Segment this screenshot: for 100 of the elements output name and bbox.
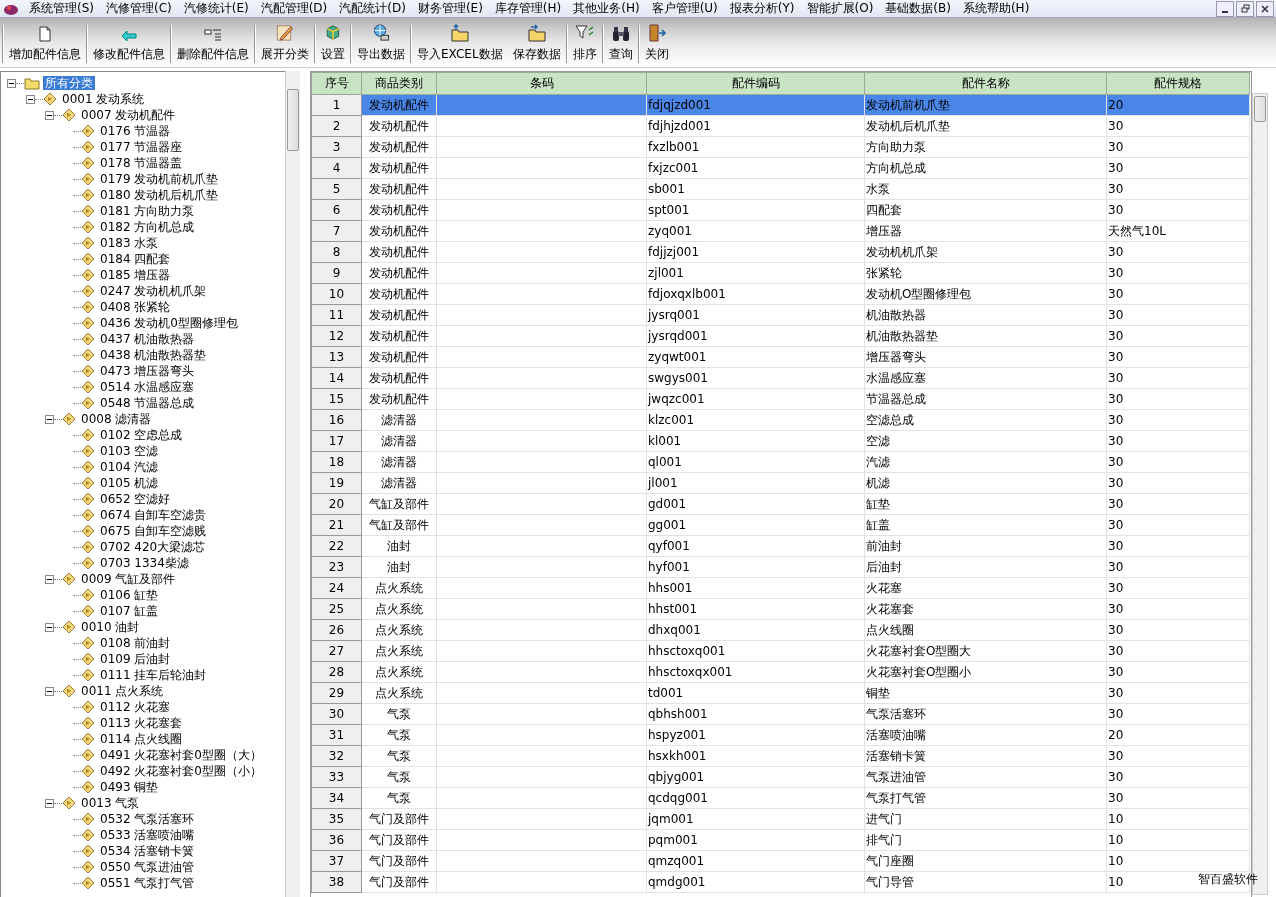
toolbar-button[interactable]: 查询 [603,21,638,67]
table-cell: fdjhjzd001 [646,115,865,137]
tree-item[interactable]: 0436 发动机0型圈修理包 [98,316,240,330]
tree-item[interactable]: 0181 方向助力泵 [98,204,197,218]
tree-item[interactable]: 0177 节温器座 [98,140,185,154]
menu-item[interactable]: 其他业务(H) [567,0,646,17]
toolbar-button[interactable]: 设置 [316,21,350,67]
tree-item[interactable]: 所有分类 [43,76,95,90]
menu-item[interactable]: 客户管理(U) [645,0,724,17]
column-header[interactable]: 序号 [311,72,362,95]
tree-item[interactable]: 0437 机油散热器 [98,332,197,346]
tree-item[interactable]: 0532 气泵活塞环 [98,812,197,826]
tree-item[interactable]: 0185 增压器 [98,268,173,282]
collapse-toggle[interactable] [45,574,54,584]
tree-item[interactable]: 0180 发动机后机爪垫 [98,188,221,202]
collapse-toggle[interactable] [26,94,35,104]
column-header[interactable]: 条码 [436,72,647,95]
tree-item[interactable]: 0491 火花塞衬套0型圈（大） [98,748,264,762]
menu-item[interactable]: 系统帮助(H) [956,0,1036,17]
menu-item[interactable]: 基础数据(B) [879,0,957,17]
menu-item[interactable]: 系统管理(S) [23,0,100,17]
diamond-icon [81,300,95,314]
collapse-toggle[interactable] [45,414,54,424]
column-header[interactable]: 商品类别 [361,72,437,95]
toolbar-button[interactable]: 修改配件信息 [88,21,170,67]
tree-item[interactable]: 0493 铜垫 [98,780,161,794]
menu-item[interactable]: 报表分析(Y) [723,0,801,17]
tree-item[interactable]: 0492 火花塞衬套0型圈（小） [98,764,264,778]
menu-item[interactable]: 智能扩展(O) [800,0,880,17]
table-cell: 水温感应塞 [864,367,1107,389]
menu-item[interactable]: 汽配统计(D) [333,0,412,17]
tree-item[interactable]: 0009 气缸及部件 [79,572,178,586]
tree-item[interactable]: 0105 机滤 [98,476,161,490]
tree-item[interactable]: 0178 节温器盖 [98,156,185,170]
tree-item[interactable]: 0652 空滤好 [98,492,173,506]
collapse-toggle[interactable] [7,78,16,88]
collapse-toggle[interactable] [45,110,54,120]
collapse-toggle[interactable] [45,622,54,632]
tree-item[interactable]: 0473 增压器弯头 [98,364,197,378]
tree-item[interactable]: 0106 缸垫 [98,588,161,602]
toolbar-button[interactable]: 关闭 [639,21,674,67]
collapse-toggle[interactable] [45,686,54,696]
tree-item[interactable]: 0011 点火系统 [79,684,166,698]
tree-item[interactable]: 0107 缸盖 [98,604,161,618]
tree-item[interactable]: 0176 节温器 [98,124,173,138]
tree-item[interactable]: 0008 滤清器 [79,412,154,426]
tree-item[interactable]: 0102 空虑总成 [98,428,185,442]
tree-item[interactable]: 0438 机油散热器垫 [98,348,209,362]
tree-item[interactable]: 0007 发动机配件 [79,108,178,122]
table-cell: 火花塞衬套O型圈小 [864,661,1107,683]
tree-item[interactable]: 0113 火花塞套 [98,716,185,730]
tree-item[interactable]: 0184 四配套 [98,252,173,266]
tree-item[interactable]: 0109 后油封 [98,652,173,666]
table-cell: 前油封 [864,535,1107,557]
tree-item[interactable]: 0675 自卸车空滤贱 [98,524,209,538]
tree-item[interactable]: 0111 挂车后轮油封 [98,668,209,682]
toolbar-button[interactable]: 导出数据 [352,21,410,67]
diamond-icon [81,668,95,682]
tree-item[interactable]: 0550 气泵进油管 [98,860,197,874]
column-header[interactable]: 配件编码 [646,72,865,95]
tree-item[interactable]: 0108 前油封 [98,636,173,650]
tree-item[interactable]: 0114 点火线圈 [98,732,185,746]
tree-item[interactable]: 0703 1334柴滤 [98,556,191,570]
toolbar-button[interactable]: 展开分类 [256,21,314,67]
tree-item[interactable]: 0010 油封 [79,620,142,634]
toolbar-button[interactable]: 导入EXCEL数据 [412,21,508,67]
tree-item[interactable]: 0551 气泵打气管 [98,876,197,890]
restore-button[interactable] [1236,0,1254,17]
toolbar-button[interactable]: 删除配件信息 [172,21,254,67]
tree-item[interactable]: 0514 水温感应塞 [98,380,197,394]
toolbar-button[interactable]: 保存数据 [507,21,566,67]
tree-item[interactable]: 0702 420大梁滤芯 [98,540,208,554]
tree-item[interactable]: 0104 汽滤 [98,460,161,474]
tree-item[interactable]: 0112 火花塞 [98,700,173,714]
table-cell: 30 [1106,199,1250,221]
tree-item[interactable]: 0674 自卸车空滤贵 [98,508,209,522]
tree-item[interactable]: 0013 气泵 [79,796,142,810]
column-header[interactable]: 配件名称 [864,72,1107,95]
tree-item[interactable]: 0001 发动系统 [60,92,147,106]
tree-item[interactable]: 0548 节温器总成 [98,396,197,410]
menu-item[interactable]: 汽修管理(C) [100,0,178,17]
tree-item[interactable]: 0183 水泵 [98,236,161,250]
tree-item[interactable]: 0179 发动机前机爪垫 [98,172,221,186]
menu-item[interactable]: 库存管理(H) [488,0,568,17]
tree-item[interactable]: 0408 张紧轮 [98,300,173,314]
close-button[interactable] [1256,0,1274,17]
menu-item[interactable]: 汽修统计(E) [177,0,255,17]
toolbar-button[interactable]: 排序 [567,21,602,67]
minimize-button[interactable] [1216,0,1234,17]
collapse-toggle[interactable] [45,798,54,808]
column-header[interactable]: 配件规格 [1106,72,1250,95]
menu-item[interactable]: 财务管理(E) [411,0,489,17]
toolbar-button[interactable]: 增加配件信息 [4,21,86,67]
tree-item[interactable]: 0534 活塞销卡簧 [98,844,197,858]
scrollbar[interactable] [285,71,300,897]
menu-item[interactable]: 汽配管理(D) [254,0,334,17]
tree-item[interactable]: 0103 空滤 [98,444,161,458]
tree-item[interactable]: 0182 方向机总成 [98,220,197,234]
tree-item[interactable]: 0533 活塞喷油嘴 [98,828,197,842]
tree-item[interactable]: 0247 发动机机爪架 [98,284,209,298]
